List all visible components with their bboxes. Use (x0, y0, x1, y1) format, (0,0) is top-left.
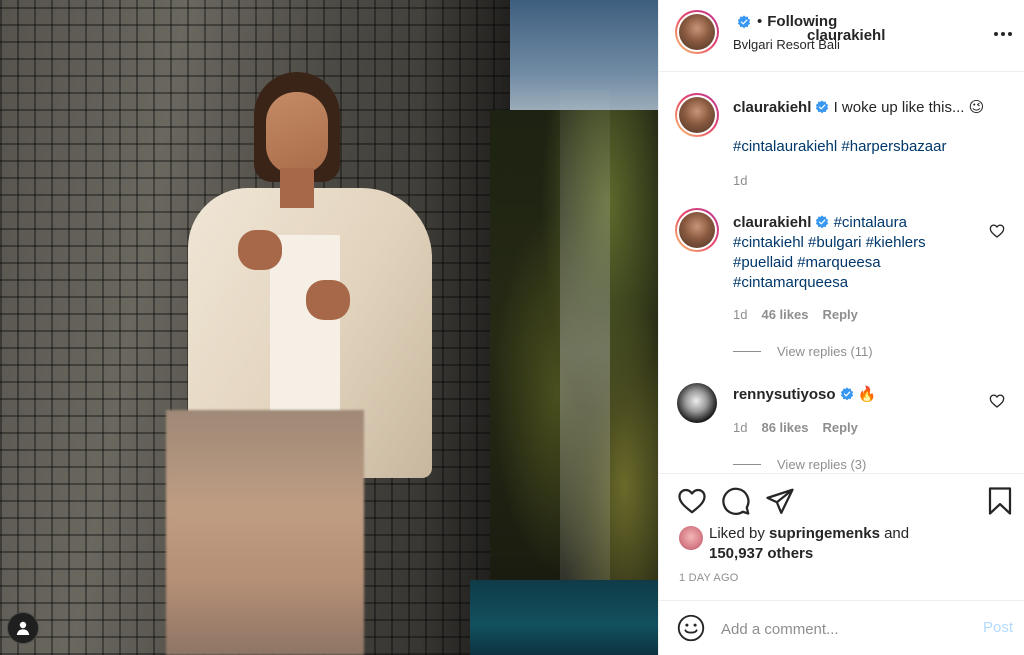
like-comment-heart-icon[interactable] (989, 393, 1005, 409)
comment-hashtag[interactable]: #cintamarqueesa (733, 274, 848, 291)
comment-likes[interactable]: 46 likes (761, 307, 808, 322)
more-options-button[interactable] (991, 22, 1015, 46)
add-comment-bar: Post (659, 600, 1024, 655)
comment-username[interactable]: rennysutiyoso (733, 386, 836, 403)
comments-list[interactable]: claurakiehl I woke up like this... 😉 #ci… (659, 73, 1024, 473)
caption-hashtags[interactable]: #cintalaurakiehl #harpersbazaar (733, 137, 946, 157)
save-bookmark-icon[interactable] (985, 486, 1015, 516)
post-actions: Liked by supringemenks and 150,937 other… (659, 473, 1024, 584)
comment-username[interactable]: claurakiehl (733, 214, 811, 231)
blurred-region (166, 410, 364, 655)
author-avatar[interactable] (675, 10, 719, 54)
caption-time[interactable]: 1d (733, 173, 747, 188)
verified-badge-icon (737, 14, 751, 28)
more-icon (994, 32, 1012, 36)
post-photo[interactable] (0, 0, 658, 655)
liked-by-user[interactable]: supringemenks (769, 525, 880, 542)
person-icon (16, 621, 30, 635)
comment-avatar[interactable] (677, 383, 717, 423)
comment-time[interactable]: 1d (733, 420, 747, 435)
post-timestamp[interactable]: 1 DAY AGO (679, 572, 738, 584)
emoji-icon[interactable] (677, 614, 705, 642)
post-sidebar: claurakiehl • Following Bvlgari Resort B… (658, 0, 1024, 655)
verified-badge-icon (816, 215, 829, 229)
comment-time[interactable]: 1d (733, 307, 747, 322)
waterfall (560, 90, 610, 610)
comment-bubble-icon[interactable] (721, 486, 751, 516)
like-comment-heart-icon[interactable] (989, 223, 1005, 239)
comment-text: 🔥 (857, 386, 877, 403)
separator-dot: • (757, 13, 763, 30)
caption-avatar[interactable] (675, 93, 719, 137)
like-heart-icon[interactable] (677, 486, 707, 516)
comment-likes[interactable]: 86 likes (761, 420, 808, 435)
view-replies-button[interactable]: View replies (3) (733, 457, 866, 472)
comment-hashtag[interactable]: #cintalaura (834, 214, 907, 231)
comment-input[interactable] (721, 617, 961, 641)
pool (470, 580, 658, 655)
comment-avatar[interactable] (675, 208, 719, 252)
verified-badge-icon (816, 100, 829, 114)
reply-button[interactable]: Reply (822, 420, 857, 435)
verified-badge-icon (840, 387, 853, 401)
caption-text: I woke up like this... 😉 (833, 99, 985, 116)
comment-hashtag[interactable]: #cintakiehl #bulgari #kiehlers (733, 234, 926, 251)
location-link[interactable]: Bvlgari Resort Bali (733, 37, 840, 52)
post-header: claurakiehl • Following Bvlgari Resort B… (659, 0, 1024, 72)
tagged-users-button[interactable] (7, 612, 39, 644)
caption-username[interactable]: claurakiehl (733, 99, 811, 116)
caption: claurakiehl I woke up like this... 😉 (733, 98, 984, 118)
comment: rennysutiyoso 🔥 (733, 385, 876, 405)
comment: claurakiehl #cintalaura #cintakiehl #bul… (733, 213, 926, 293)
share-paper-plane-icon[interactable] (765, 486, 795, 516)
likes-count-button[interactable]: 150,937 others (709, 545, 813, 562)
view-replies-button[interactable]: View replies (11) (733, 344, 873, 359)
reply-button[interactable]: Reply (822, 307, 857, 322)
post-comment-button[interactable]: Post (983, 619, 1013, 636)
liked-by-avatar[interactable] (679, 526, 703, 550)
liked-by-summary: Liked by supringemenks and 150,937 other… (709, 525, 910, 562)
comment-hashtag[interactable]: #puellaid #marqueesa (733, 254, 881, 271)
